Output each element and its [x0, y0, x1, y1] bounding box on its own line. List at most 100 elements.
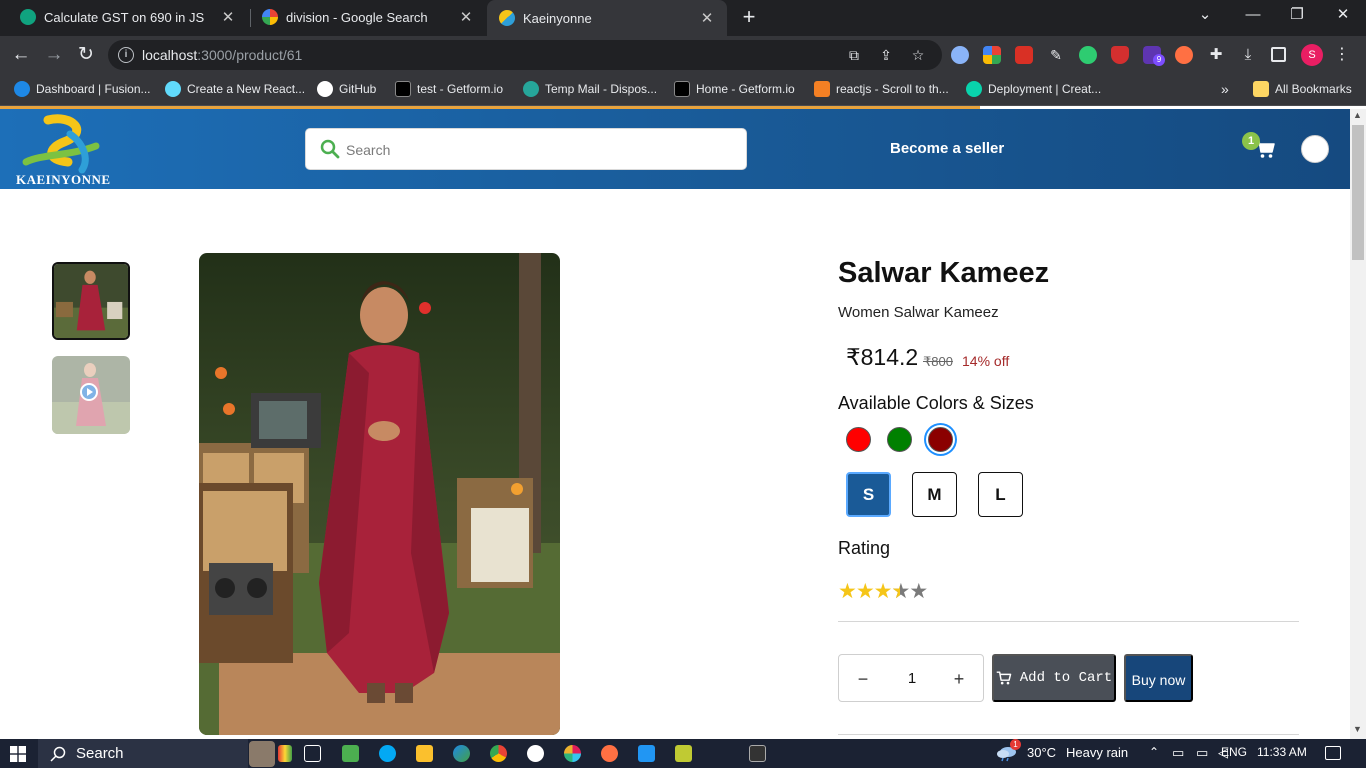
- open-in-app-icon[interactable]: ⧉: [846, 47, 862, 63]
- site-info-icon[interactable]: i: [118, 47, 134, 63]
- user-avatar[interactable]: [1301, 135, 1329, 163]
- tab-google-search[interactable]: division - Google Search ✕: [250, 0, 486, 34]
- site-search[interactable]: [305, 128, 747, 170]
- color-swatch-maroon[interactable]: [928, 427, 953, 452]
- restore-icon[interactable]: ❐: [1285, 4, 1309, 26]
- search-icon: [320, 139, 340, 159]
- search-input[interactable]: [346, 139, 726, 161]
- tab-search-icon[interactable]: ⌄: [1193, 4, 1217, 26]
- scrollbar-thumb[interactable]: [1352, 125, 1364, 260]
- bookmark-star-icon[interactable]: ☆: [910, 47, 926, 63]
- bookmark-item[interactable]: Dashboard | Fusion...: [14, 81, 151, 97]
- chrome-icon[interactable]: [490, 745, 507, 762]
- size-button-m[interactable]: M: [912, 472, 957, 517]
- puzzle-icon[interactable]: ✚: [1207, 46, 1225, 64]
- app-icon[interactable]: [527, 745, 544, 762]
- weather-temperature[interactable]: 30°C: [1027, 745, 1056, 760]
- search-highlight-icon[interactable]: [249, 741, 275, 767]
- slack-icon[interactable]: [564, 745, 581, 762]
- forward-icon[interactable]: →: [41, 42, 67, 68]
- bookmark-item[interactable]: GitHub: [317, 81, 376, 97]
- close-icon[interactable]: ✕: [220, 8, 236, 26]
- react-icon: [165, 81, 181, 97]
- eyedropper-icon[interactable]: ✎: [1047, 46, 1065, 64]
- scroll-up-arrow-icon[interactable]: ▲: [1353, 110, 1362, 120]
- app-icon[interactable]: [342, 745, 359, 762]
- bookmarks-overflow-button[interactable]: »: [1221, 81, 1229, 97]
- product-photo: [199, 253, 560, 735]
- color-swatch-green[interactable]: [887, 427, 912, 452]
- size-button-s[interactable]: S: [846, 472, 891, 517]
- url-text[interactable]: localhost:3000/product/61: [142, 47, 302, 63]
- new-tab-button[interactable]: +: [738, 4, 760, 30]
- close-icon[interactable]: ✕: [458, 8, 474, 26]
- product-main-image[interactable]: [199, 253, 560, 735]
- gallery-thumbnail-photo[interactable]: [52, 262, 130, 340]
- side-panel-icon[interactable]: [1271, 47, 1286, 62]
- bookmark-item[interactable]: Deployment | Creat...: [966, 81, 1101, 97]
- close-window-icon[interactable]: ✕: [1331, 4, 1355, 26]
- buy-now-button[interactable]: Buy now: [1124, 654, 1193, 702]
- add-to-cart-button[interactable]: Add to Cart: [992, 654, 1116, 702]
- extension-icon[interactable]: [951, 46, 969, 64]
- cart-count-badge: 1: [1242, 132, 1260, 150]
- edge-icon[interactable]: [453, 745, 470, 762]
- tab-chatgpt[interactable]: Calculate GST on 690 in JS ✕: [8, 0, 248, 34]
- weather-condition[interactable]: Heavy rain: [1066, 745, 1128, 760]
- vscode-icon[interactable]: [638, 745, 655, 762]
- postman-icon[interactable]: [601, 745, 618, 762]
- app-icon[interactable]: [379, 745, 396, 762]
- shield-icon[interactable]: [1111, 46, 1129, 64]
- back-icon[interactable]: ←: [8, 42, 34, 68]
- become-seller-link[interactable]: Become a seller: [890, 140, 1004, 157]
- quantity-value[interactable]: 1: [899, 670, 925, 687]
- extension-icon[interactable]: [1079, 46, 1097, 64]
- share-icon[interactable]: ⇪: [878, 47, 894, 63]
- close-icon[interactable]: ✕: [699, 9, 715, 27]
- extension-icon[interactable]: [1015, 46, 1033, 64]
- size-button-l[interactable]: L: [978, 472, 1023, 517]
- notepad-icon[interactable]: [675, 745, 692, 762]
- meet-icon[interactable]: ▭: [1172, 745, 1184, 761]
- windows-start-icon[interactable]: [10, 746, 26, 762]
- download-icon[interactable]: ⤓: [1239, 46, 1257, 64]
- task-view-icon[interactable]: [304, 745, 321, 762]
- language-indicator[interactable]: ENG: [1221, 745, 1247, 759]
- bookmark-item[interactable]: test - Getform.io: [395, 81, 503, 97]
- terminal-icon[interactable]: [749, 745, 766, 762]
- clock[interactable]: 11:33 AM: [1257, 745, 1307, 759]
- notifications-icon[interactable]: [1325, 746, 1341, 760]
- tray-overflow-icon[interactable]: ⌃: [1149, 745, 1159, 759]
- color-swatch-red[interactable]: [846, 427, 871, 452]
- file-explorer-icon[interactable]: [416, 745, 433, 762]
- network-icon[interactable]: ▭: [1196, 745, 1208, 761]
- gallery-thumbnail-video[interactable]: [52, 356, 130, 434]
- reload-icon[interactable]: ↻: [73, 42, 99, 68]
- bookmark-item[interactable]: Temp Mail - Dispos...: [523, 81, 657, 97]
- minimize-icon[interactable]: —: [1241, 4, 1265, 26]
- taskbar-search-label: Search: [76, 745, 124, 762]
- scroll-down-arrow-icon[interactable]: ▼: [1353, 724, 1362, 734]
- taskbar-search[interactable]: Search: [38, 739, 248, 768]
- decrement-button[interactable]: −: [851, 667, 875, 691]
- bookmark-label: Create a New React...: [187, 82, 306, 96]
- bookmark-item[interactable]: Home - Getform.io: [674, 81, 795, 97]
- books-icon[interactable]: [278, 745, 292, 762]
- profile-avatar[interactable]: S: [1301, 44, 1323, 66]
- bookmark-label: Deployment | Creat...: [988, 82, 1102, 96]
- menu-icon[interactable]: ⋮: [1334, 44, 1350, 64]
- extension-icon[interactable]: 9: [1143, 46, 1165, 66]
- folder-icon: [1253, 81, 1269, 97]
- extension-icon[interactable]: [983, 46, 1001, 64]
- extension-icon[interactable]: [1175, 46, 1193, 64]
- browser-tab-strip: Calculate GST on 690 in JS ✕ division - …: [0, 0, 1366, 36]
- tab-kaeinyonne[interactable]: Kaeinyonne ✕: [487, 0, 727, 36]
- increment-button[interactable]: +: [947, 667, 971, 691]
- address-bar[interactable]: i localhost:3000/product/61 ⧉ ⇪ ☆: [108, 40, 942, 70]
- search-icon: [50, 746, 66, 762]
- bookmark-item[interactable]: reactjs - Scroll to th...: [814, 81, 949, 97]
- tab-title: division - Google Search: [286, 9, 428, 25]
- bookmarks-bar: Dashboard | Fusion... Create a New React…: [0, 74, 1366, 106]
- all-bookmarks[interactable]: All Bookmarks: [1253, 81, 1352, 97]
- bookmark-item[interactable]: Create a New React...: [165, 81, 305, 97]
